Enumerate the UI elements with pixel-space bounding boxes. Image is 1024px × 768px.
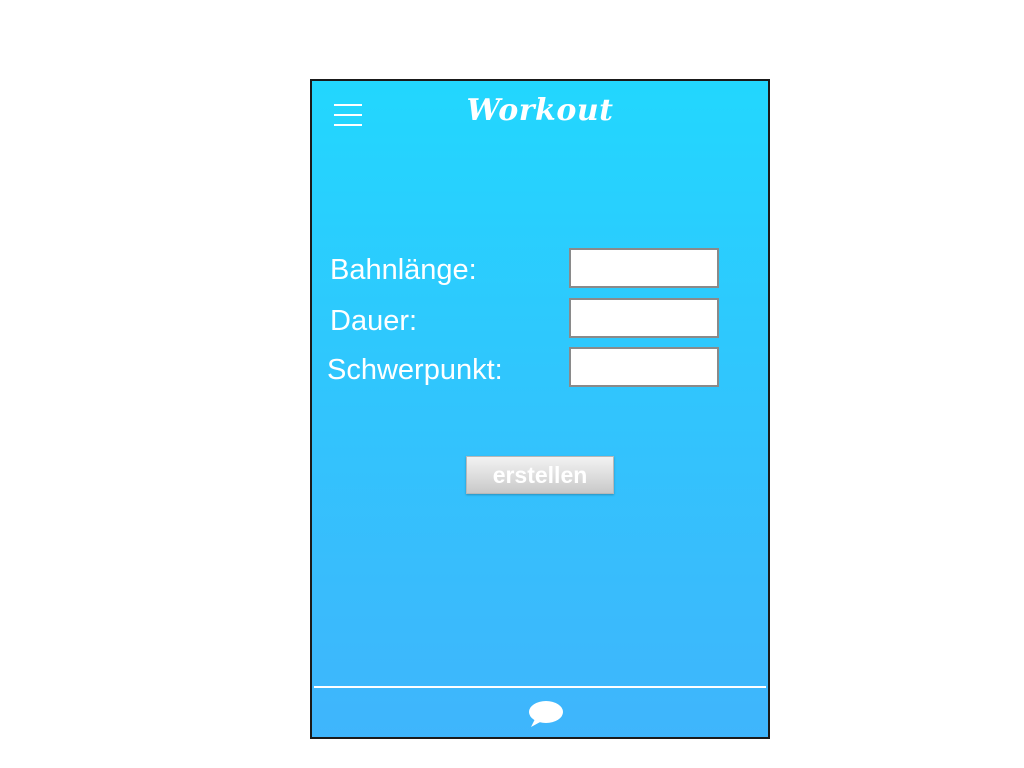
speech-bubble-icon <box>529 701 563 727</box>
app-title: Workout <box>466 93 614 128</box>
label-dauer: Dauer: <box>330 305 418 337</box>
create-button[interactable]: erstellen <box>466 456 614 494</box>
bahnlaenge-input[interactable] <box>569 248 719 288</box>
phone-screen: Workout Bahnlänge: Dauer: Schwerpunkt: e… <box>310 79 770 739</box>
label-schwerpunkt: Schwerpunkt: <box>327 354 503 386</box>
label-bahnlaenge: Bahnlänge: <box>330 254 477 286</box>
footer-divider <box>314 686 766 688</box>
chat-button[interactable] <box>526 698 566 730</box>
dauer-input[interactable] <box>569 298 719 338</box>
schwerpunkt-input[interactable] <box>569 347 719 387</box>
